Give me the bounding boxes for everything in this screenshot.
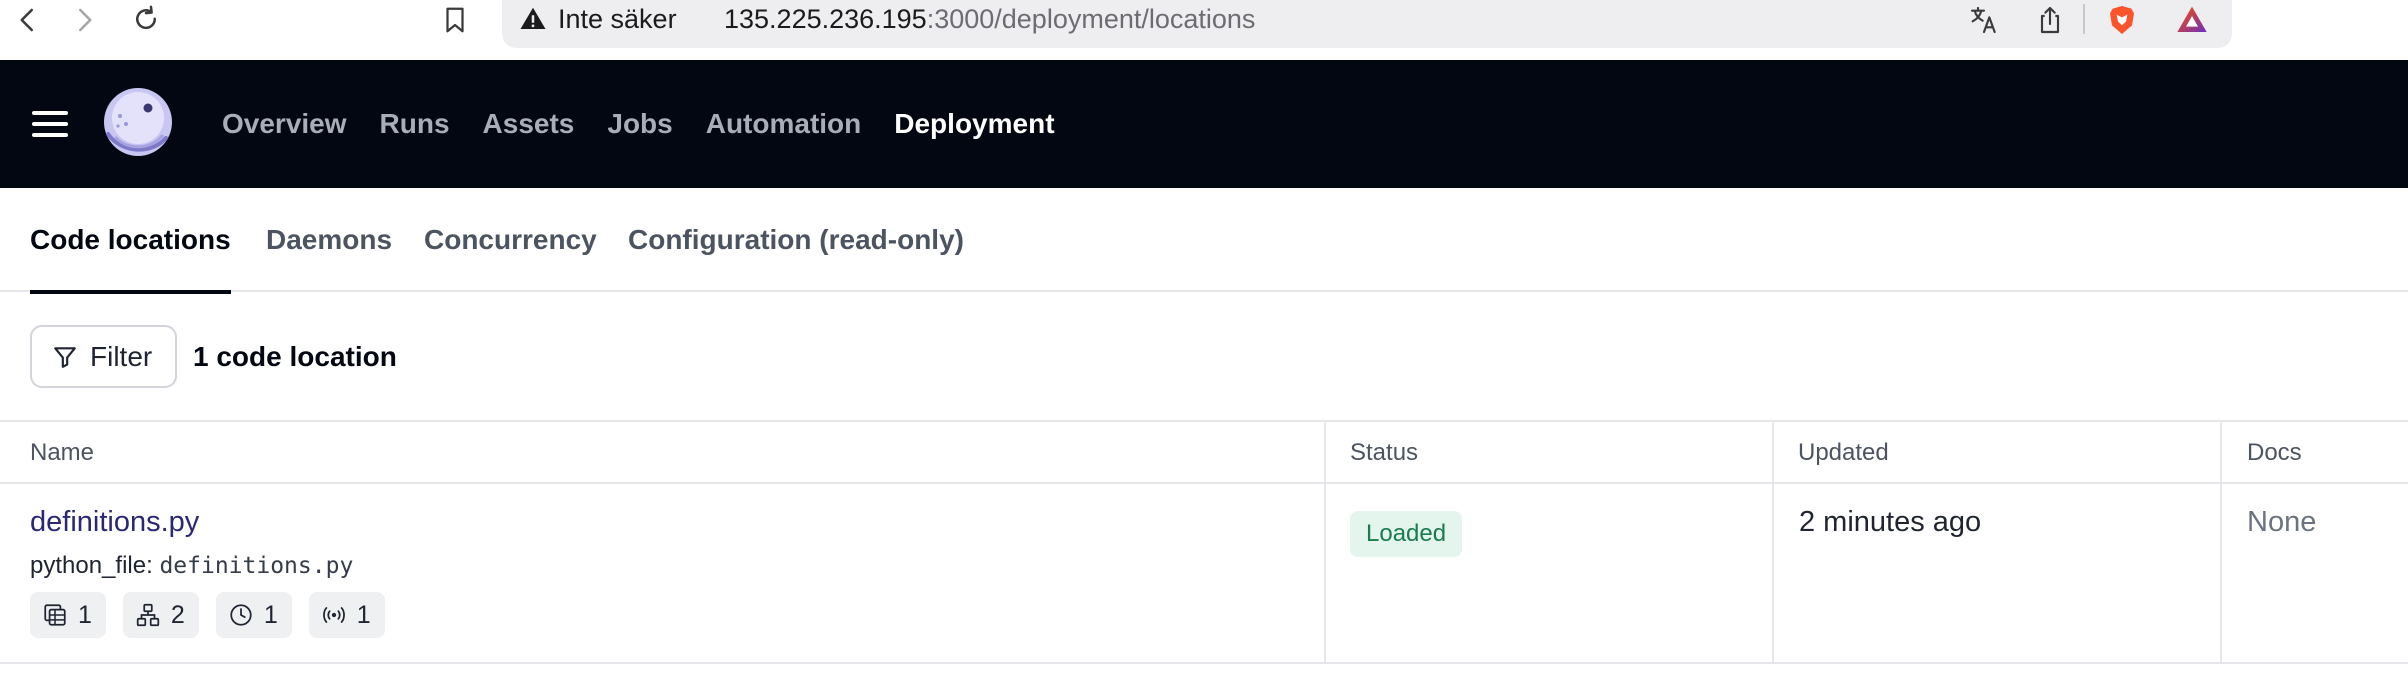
nav-deployment[interactable]: Deployment (894, 108, 1054, 140)
code-location-count: 1 code location (193, 341, 397, 372)
job-graph-icon (136, 603, 160, 627)
brave-rewards-icon[interactable] (2174, 2, 2210, 38)
filter-button[interactable]: Filter (30, 325, 177, 388)
url-path: :3000/deployment/locations (926, 4, 1256, 34)
jobs-count-chip[interactable]: 2 (122, 592, 199, 638)
code-locations-table: Name Status Updated Docs definitions.py … (0, 420, 2408, 664)
tab-concurrency[interactable]: Concurrency (424, 188, 597, 292)
url-text[interactable]: 135.225.236.195:3000/deployment/location… (724, 0, 1255, 38)
filter-icon (54, 346, 76, 368)
schedules-count-chip[interactable]: 1 (215, 592, 292, 638)
schedules-count: 1 (263, 600, 278, 629)
nav-assets[interactable]: Assets (483, 108, 575, 140)
sensor-icon (322, 607, 345, 623)
tab-code-locations[interactable]: Code locations (30, 188, 231, 294)
definition-counts: 1 2 1 1 (30, 592, 385, 638)
sensors-count: 1 (356, 600, 371, 629)
translate-icon[interactable] (1966, 2, 2002, 38)
nav-jobs[interactable]: Jobs (607, 108, 672, 140)
sensors-count-chip[interactable]: 1 (308, 592, 385, 638)
updated-time: 2 minutes ago (1799, 506, 1982, 538)
assets-count: 1 (78, 600, 92, 629)
deployment-tabs: Code locations Daemons Concurrency Confi… (0, 188, 2408, 294)
security-label[interactable]: Inte säker (558, 0, 677, 38)
table-row: definitions.py python_file: definitions.… (0, 484, 2408, 664)
docs-value: None (2247, 506, 2317, 538)
forward-icon[interactable] (66, 2, 102, 38)
source-value: definitions.py (159, 553, 354, 579)
asset-table-icon (44, 604, 66, 626)
tab-configuration[interactable]: Configuration (read-only) (628, 188, 964, 292)
reload-icon[interactable] (128, 2, 164, 38)
filter-label: Filter (90, 340, 153, 372)
code-location-source: python_file: definitions.py (30, 552, 353, 580)
column-header-docs[interactable]: Docs (2247, 422, 2302, 484)
share-icon[interactable] (2032, 2, 2068, 38)
schedule-clock-icon (230, 604, 252, 626)
source-key: python_file: (30, 552, 153, 579)
table-header: Name Status Updated Docs (0, 420, 2408, 484)
column-header-updated[interactable]: Updated (1798, 422, 1889, 484)
column-header-status[interactable]: Status (1350, 422, 1418, 484)
column-header-name[interactable]: Name (30, 422, 94, 484)
code-location-link[interactable]: definitions.py (30, 506, 199, 539)
assets-count-chip[interactable]: 1 (30, 592, 106, 638)
nav-overview[interactable]: Overview (222, 108, 347, 140)
bookmark-icon[interactable] (437, 2, 473, 38)
toolbar-divider (2083, 4, 2085, 34)
nav-runs[interactable]: Runs (380, 108, 450, 140)
jobs-count: 2 (170, 600, 185, 629)
tab-daemons[interactable]: Daemons (266, 188, 392, 292)
hamburger-menu-icon[interactable] (28, 106, 72, 142)
status-badge: Loaded (1350, 511, 1463, 557)
main-nav: Overview Runs Assets Jobs Automation Dep… (222, 60, 1055, 188)
dagster-logo-icon[interactable] (100, 86, 176, 162)
brave-shields-icon[interactable] (2104, 2, 2140, 38)
warning-icon (520, 7, 546, 29)
back-icon[interactable] (10, 2, 46, 38)
browser-toolbar: Inte säker 135.225.236.195:3000/deployme… (0, 0, 2408, 60)
nav-automation[interactable]: Automation (706, 108, 862, 140)
app-header: Overview Runs Assets Jobs Automation Dep… (0, 60, 2408, 188)
url-host: 135.225.236.195 (724, 4, 927, 34)
